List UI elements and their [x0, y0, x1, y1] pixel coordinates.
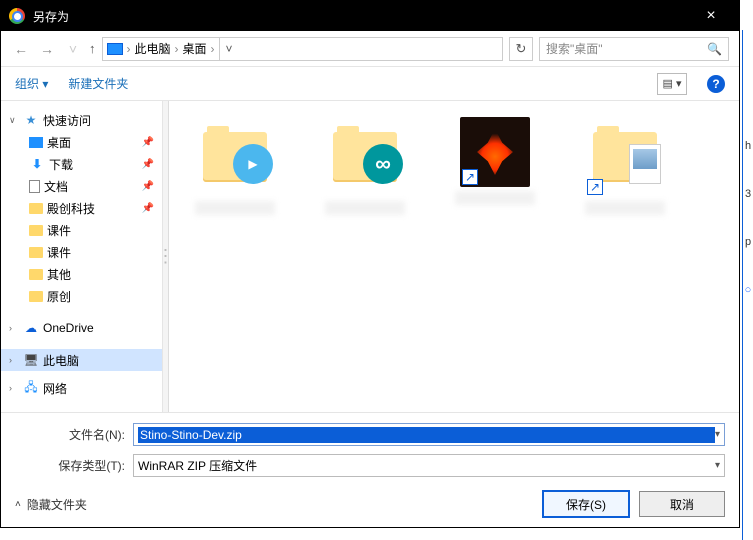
save-button[interactable]: 保存(S) [543, 491, 629, 517]
path-sep-icon: › [211, 42, 215, 56]
footer: 文件名(N): Stino-Stino-Dev.zip ▾ 保存类型(T): W… [1, 412, 739, 527]
sidebar-item-folder[interactable]: 其他 [1, 263, 162, 285]
shortcut-item[interactable]: ↗ [575, 117, 675, 215]
view-mode-button[interactable]: ▤ ▾ [657, 73, 687, 95]
sidebar-item-desktop[interactable]: 桌面📌 [1, 131, 162, 153]
sidebar-item-onedrive[interactable]: ›☁OneDrive [1, 317, 162, 339]
pc-icon [107, 43, 123, 55]
cancel-button[interactable]: 取消 [639, 491, 725, 517]
hide-folders-toggle[interactable]: ˄ 隐藏文件夹 [15, 496, 87, 513]
background-window-edge: h 3 p ○ [742, 30, 753, 540]
search-icon: 🔍 [707, 42, 722, 56]
address-bar[interactable]: › 此电脑 › 桌面 › ˅ [102, 37, 504, 61]
nav-bar: ← → ˅ ↑ › 此电脑 › 桌面 › ˅ ↻ 搜索"桌面" 🔍 [1, 31, 739, 67]
path-sep-icon: › [127, 42, 131, 56]
pin-icon: 📌 [142, 137, 154, 148]
chevron-up-icon: ˄ [15, 499, 21, 510]
sidebar-item-folder[interactable]: 课件 [1, 241, 162, 263]
toolbar: 组织 ▾ 新建文件夹 ▤ ▾ ? [1, 67, 739, 101]
search-placeholder: 搜索"桌面" [546, 40, 603, 57]
sidebar-item-folder[interactable]: 原创 [1, 285, 162, 307]
window-title: 另存为 [33, 8, 691, 25]
title-bar: 另存为 × [1, 1, 739, 31]
shortcut-item[interactable]: ↗ [445, 117, 545, 205]
help-button[interactable]: ? [707, 75, 725, 93]
filetype-label: 保存类型(T): [15, 457, 125, 474]
pin-icon: 📌 [142, 181, 154, 192]
shortcut-arrow-icon: ↗ [587, 179, 603, 195]
folder-item[interactable] [185, 117, 285, 215]
back-button[interactable]: ← [11, 41, 31, 57]
new-folder-button[interactable]: 新建文件夹 [68, 75, 128, 92]
path-dropdown[interactable]: ˅ [219, 38, 239, 60]
shortcut-arrow-icon: ↗ [462, 169, 478, 185]
sidebar-item-downloads[interactable]: ⬇下载📌 [1, 153, 162, 175]
path-sep-icon: › [175, 42, 179, 56]
path-leaf[interactable]: 桌面 [183, 40, 207, 57]
up-button[interactable]: ↑ [89, 41, 96, 56]
sidebar-item-folder[interactable]: 课件 [1, 219, 162, 241]
pin-icon: 📌 [142, 159, 154, 170]
close-button[interactable]: × [691, 7, 731, 25]
chevron-down-icon[interactable]: ▾ [715, 460, 720, 471]
sidebar-item-this-pc[interactable]: ›🖥此电脑 [1, 349, 162, 371]
folder-item[interactable] [315, 117, 415, 215]
sidebar-item-documents[interactable]: 文档📌 [1, 175, 162, 197]
refresh-button[interactable]: ↻ [509, 37, 533, 61]
chevron-down-icon[interactable]: ▾ [715, 429, 720, 440]
recent-dropdown[interactable]: ˅ [63, 41, 83, 57]
filename-label: 文件名(N): [15, 426, 125, 443]
filename-input[interactable]: Stino-Stino-Dev.zip ▾ [133, 423, 725, 446]
sidebar-item-quick-access[interactable]: ∨★快速访问 [1, 109, 162, 131]
pin-icon: 📌 [142, 203, 154, 214]
search-input[interactable]: 搜索"桌面" 🔍 [539, 37, 729, 61]
organize-menu[interactable]: 组织 ▾ [15, 75, 48, 92]
sidebar-item-network[interactable]: ›🖧网络 [1, 377, 162, 399]
sidebar-item-folder[interactable]: 殿创科技📌 [1, 197, 162, 219]
chrome-icon [9, 8, 25, 24]
forward-button[interactable]: → [37, 41, 57, 57]
filetype-select[interactable]: WinRAR ZIP 压缩文件 ▾ [133, 454, 725, 477]
path-root[interactable]: 此电脑 [135, 40, 171, 57]
file-list[interactable]: ↗ ↗ [169, 101, 739, 412]
sidebar-tree: ∨★快速访问 桌面📌 ⬇下载📌 文档📌 殿创科技📌 课件 课件 其他 原创 ›☁… [1, 101, 163, 412]
